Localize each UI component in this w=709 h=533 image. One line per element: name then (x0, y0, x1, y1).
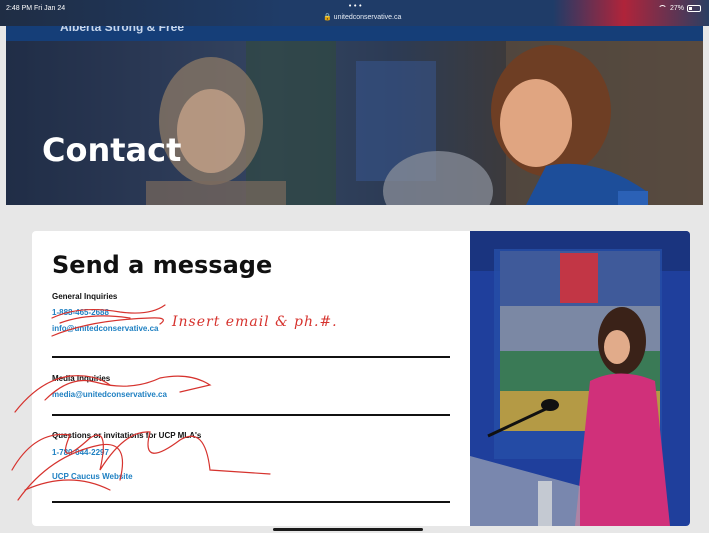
section-divider (52, 501, 450, 503)
media-email-link[interactable]: media@unitedconservative.ca (52, 390, 167, 399)
status-bar: 2:48 PM Fri Jan 24 ••• 🔒 unitedconservat… (0, 0, 709, 26)
site-name[interactable]: Alberta Strong & Free (60, 26, 184, 34)
general-inquiries-heading: General Inquiries (52, 292, 118, 301)
wifi-icon (657, 5, 667, 12)
url-text: unitedconservative.ca (333, 14, 402, 21)
section-divider (52, 356, 450, 358)
page-title: Contact (42, 131, 182, 169)
general-email-link[interactable]: info@unitedconservative.ca (52, 324, 159, 333)
status-indicators: 27% (657, 5, 701, 12)
general-phone-link[interactable]: 1-888-465-2688 (52, 308, 109, 317)
podium-photo (470, 231, 690, 526)
mla-inquiries-heading: Questions or invitations for UCP MLA's (52, 431, 202, 440)
contact-info-panel: Send a message General Inquiries 1-888-4… (32, 231, 470, 526)
multitasking-dots[interactable]: ••• (348, 2, 363, 10)
address-bar-url[interactable]: 🔒 unitedconservative.ca (323, 13, 401, 21)
form-title: Send a message (52, 251, 273, 279)
hero-photo (6, 41, 703, 205)
battery-icon (687, 5, 701, 12)
home-indicator[interactable] (273, 528, 423, 531)
media-inquiries-heading: Media Inquiries (52, 374, 111, 383)
hero-banner: Contact (6, 41, 703, 205)
site-header: Alberta Strong & Free (6, 26, 703, 41)
contact-card: Send a message General Inquiries 1-888-4… (32, 231, 690, 526)
section-divider (52, 414, 450, 416)
battery-percent: 27% (669, 5, 684, 12)
handwritten-note: Insert email & ph.#. (172, 314, 338, 330)
status-time: 2:48 PM Fri Jan 24 (6, 5, 66, 12)
caucus-website-link[interactable]: UCP Caucus Website (52, 472, 133, 481)
mla-phone-link[interactable]: 1-780-644-2297 (52, 448, 109, 457)
